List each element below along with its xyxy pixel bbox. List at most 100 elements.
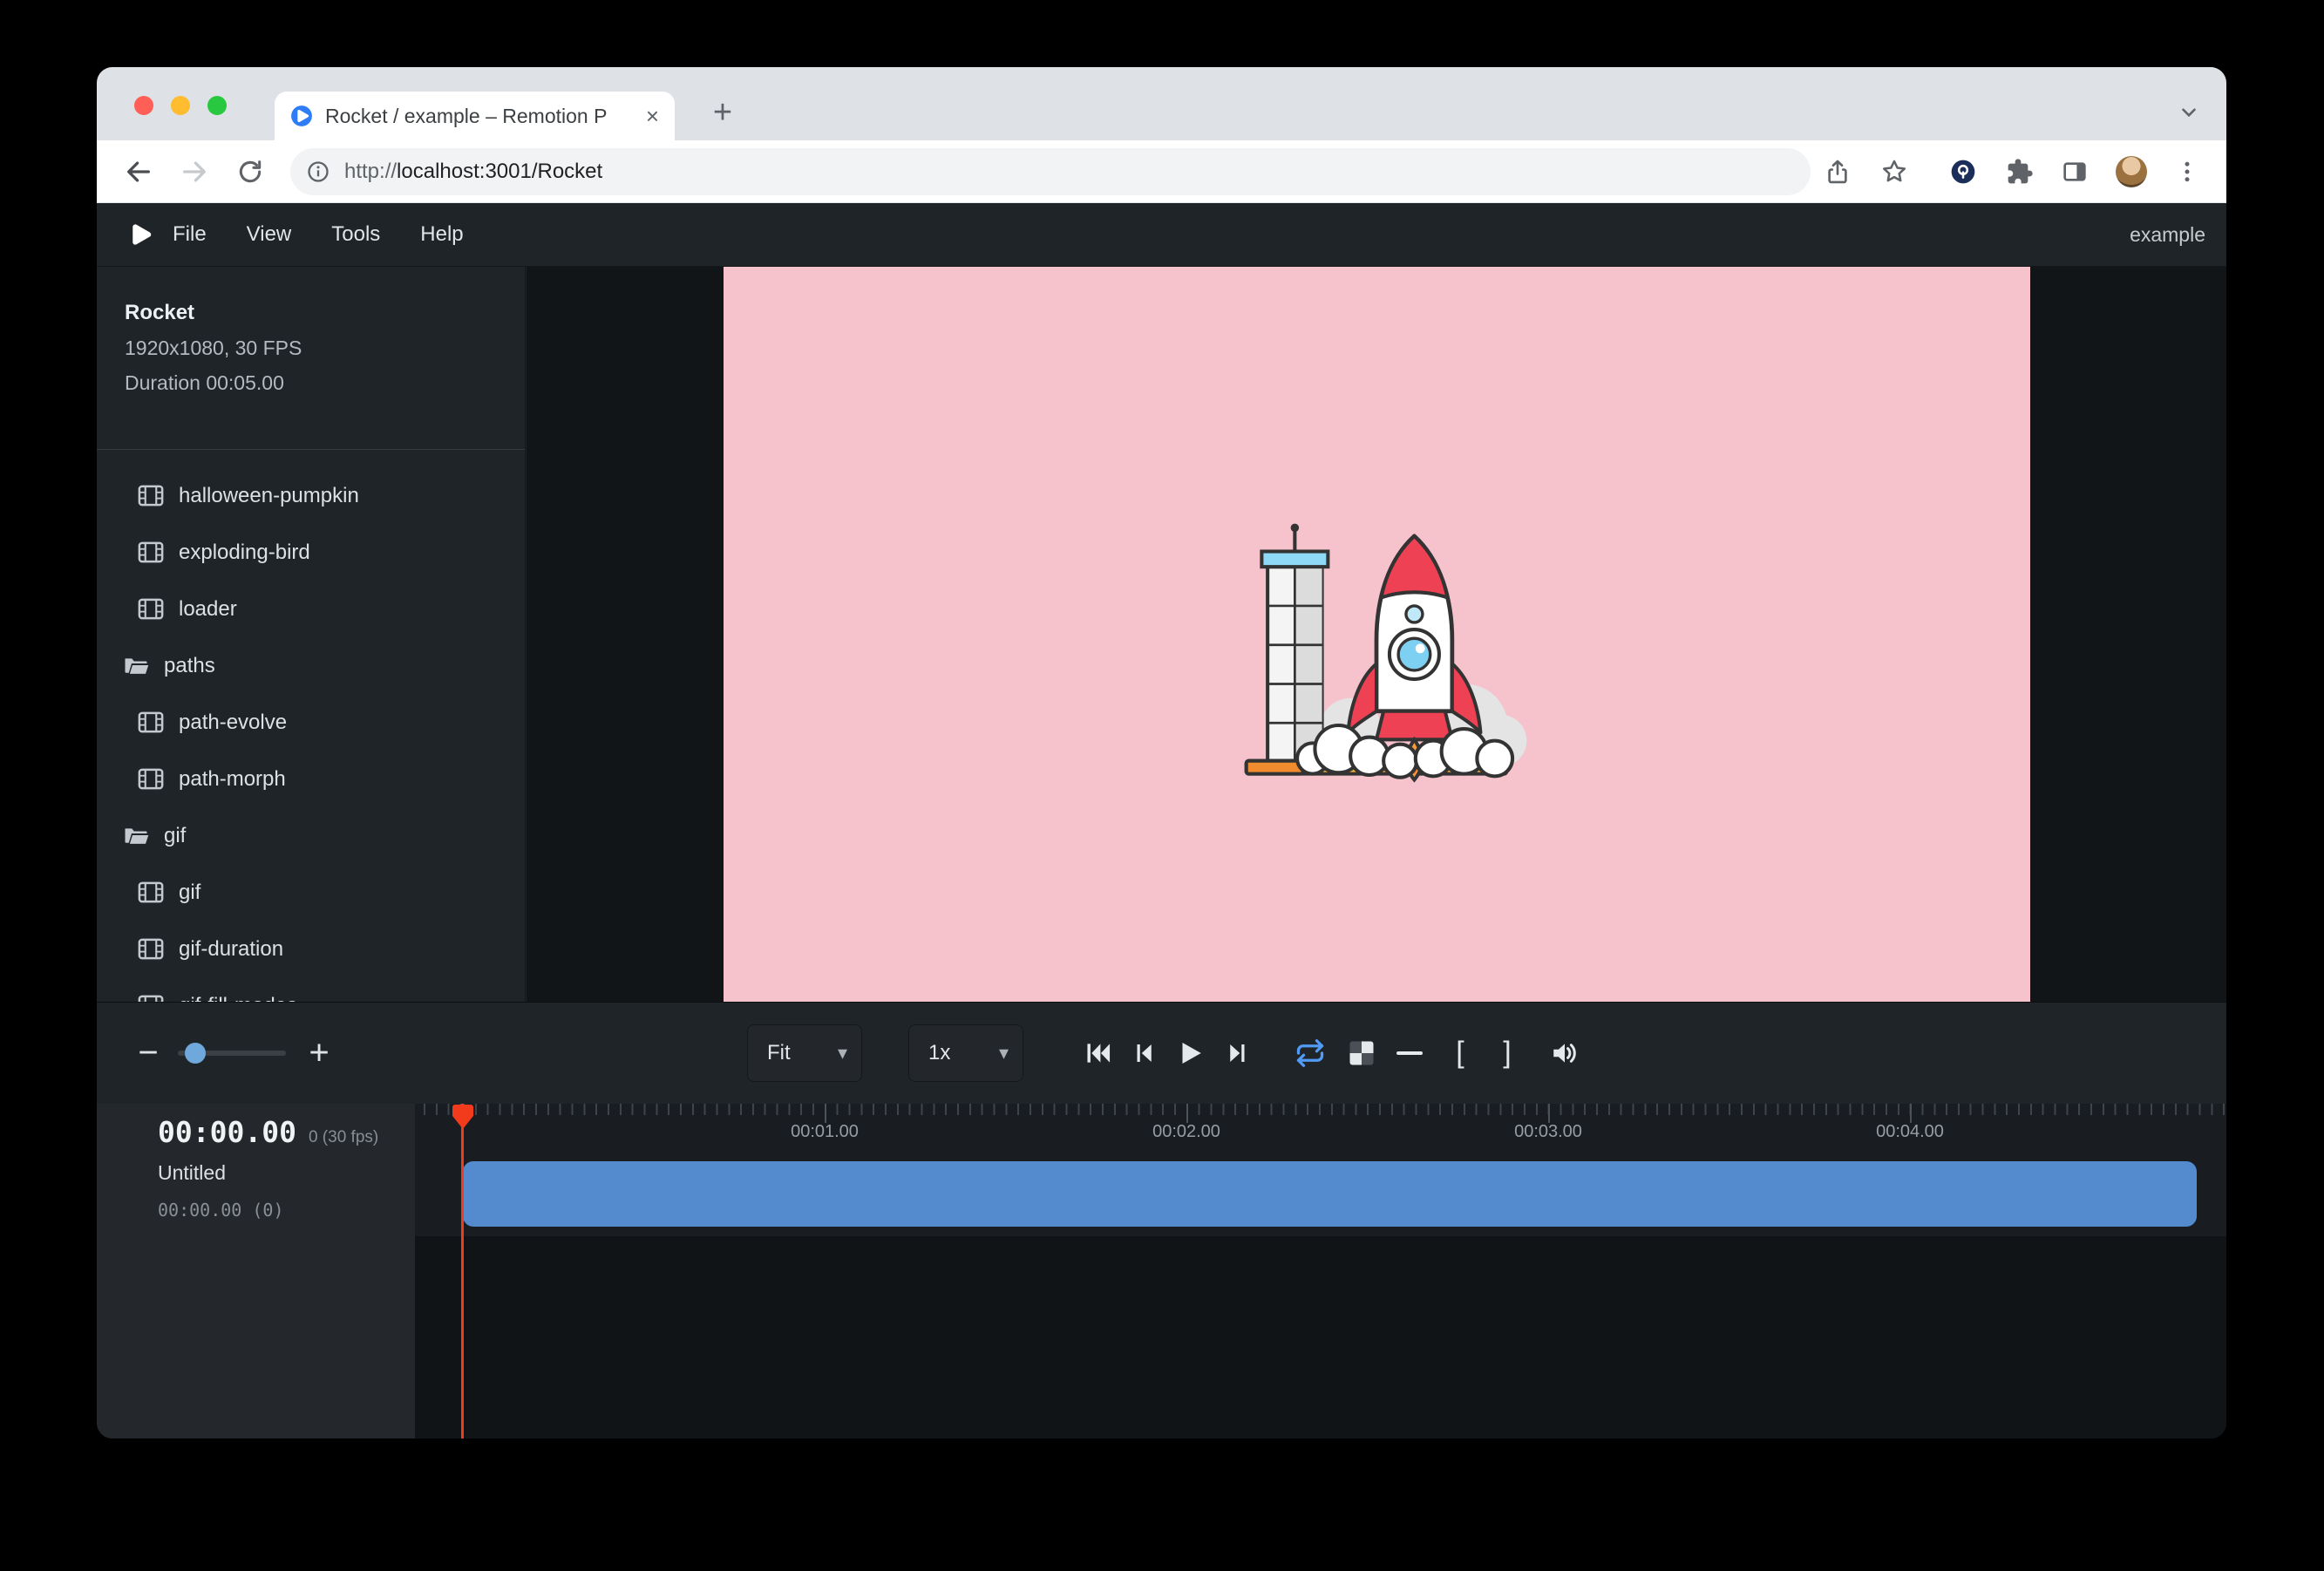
sidebar-item-exploding-bird[interactable]: exploding-bird (97, 524, 525, 581)
close-tab-icon[interactable]: × (646, 103, 659, 130)
composition-label: exploding-bird (179, 541, 310, 565)
browser-window: Rocket / example – Remotion P × + http:/… (97, 67, 2226, 1438)
out-point-button[interactable]: ] (1503, 1036, 1511, 1070)
track-time-label: 00:00.00 (0) (158, 1200, 284, 1221)
composition-info: Rocket 1920x1080, 30 FPS Duration 00:05.… (97, 267, 525, 450)
timeline-track[interactable] (463, 1161, 2197, 1227)
app-menubar: File View Tools Help example (97, 203, 2226, 267)
composition-label: gif-duration (179, 937, 283, 962)
previous-frame-button[interactable] (1131, 1040, 1157, 1066)
url-text: http://localhost:3001/Rocket (344, 160, 602, 184)
loop-toggle-button[interactable] (1295, 1037, 1326, 1069)
timeline-empty-area (415, 1236, 2226, 1438)
profile-avatar[interactable] (2116, 156, 2147, 187)
zoom-out-button[interactable]: − (138, 1033, 158, 1072)
playback-controls-bar: − + Fit ▾ 1x ▾ (97, 1002, 2226, 1103)
folder-icon (123, 825, 149, 847)
sidebar-item-gif-duration[interactable]: gif-duration (97, 921, 525, 977)
sidebar-item-path-evolve[interactable]: path-evolve (97, 694, 525, 751)
film-icon (138, 938, 164, 960)
timeline-panel: 00:01.00 00:02.00 00:03.00 00:04.00 00:0… (97, 1104, 2226, 1438)
site-info-icon[interactable] (306, 160, 330, 184)
canvas-size-value: Fit (767, 1041, 791, 1065)
zoom-slider[interactable] (178, 1051, 286, 1056)
preview-area (527, 267, 2226, 1002)
play-button[interactable] (1175, 1038, 1205, 1068)
next-frame-button[interactable] (1225, 1040, 1251, 1066)
minimize-window-button[interactable] (171, 96, 190, 115)
film-icon (138, 541, 164, 563)
preview-canvas (724, 267, 2030, 1002)
fullscreen-window-button[interactable] (207, 96, 227, 115)
reload-button[interactable] (236, 158, 264, 186)
browser-menu-kebab-icon[interactable] (2174, 159, 2200, 185)
film-icon (138, 995, 164, 1002)
browser-toolbar: http://localhost:3001/Rocket (97, 140, 2226, 203)
playhead-marker[interactable] (452, 1104, 474, 1134)
playback-speed-value: 1x (928, 1041, 950, 1065)
sidebar-divider (97, 449, 525, 450)
ruler-label: 00:01.00 (791, 1122, 859, 1142)
sidebar-item-loader[interactable]: loader (97, 581, 525, 637)
timeline-left-panel: 00:00.00 0 (30 fps) Untitled 00:00.00 (0… (97, 1104, 415, 1438)
forward-button[interactable] (180, 157, 209, 187)
folder-label: paths (164, 654, 215, 678)
new-tab-button[interactable]: + (702, 92, 744, 133)
close-window-button[interactable] (134, 96, 153, 115)
project-name-label: example (2130, 223, 2205, 247)
playhead-line[interactable] (461, 1104, 464, 1438)
jump-to-start-button[interactable] (1084, 1039, 1112, 1067)
remotion-logo-icon[interactable] (128, 222, 153, 247)
volume-button[interactable] (1550, 1038, 1580, 1068)
menu-tools[interactable]: Tools (311, 222, 400, 247)
ruler-major-ticks (415, 1104, 2226, 1123)
browser-tab[interactable]: Rocket / example – Remotion P × (275, 92, 675, 140)
ruler-label: 00:03.00 (1514, 1122, 1582, 1142)
sidebar-item-halloween-pumpkin[interactable]: halloween-pumpkin (97, 467, 525, 524)
composition-label: path-evolve (179, 711, 287, 735)
password-manager-icon[interactable] (1949, 158, 1977, 186)
in-point-button[interactable]: [ (1456, 1036, 1464, 1070)
rocket-illustration (1211, 479, 1542, 789)
composition-label: gif (179, 881, 200, 905)
tab-strip: Rocket / example – Remotion P × + (97, 67, 2226, 140)
remotion-studio: File View Tools Help example Rocket 1920… (97, 203, 2226, 1438)
zoom-slider-thumb[interactable] (185, 1043, 206, 1064)
sidebar-folder-paths[interactable]: paths (97, 637, 525, 694)
tab-search-chevron-icon[interactable] (2170, 93, 2208, 132)
timeline-rows-button[interactable] (1396, 1047, 1423, 1059)
app-content: Rocket 1920x1080, 30 FPS Duration 00:05.… (97, 267, 2226, 1002)
bookmark-star-icon[interactable] (1880, 158, 1908, 186)
film-icon (138, 485, 164, 507)
zoom-in-button[interactable]: + (309, 1033, 329, 1072)
composition-label: halloween-pumpkin (179, 484, 359, 508)
side-panel-icon[interactable] (2061, 158, 2089, 186)
composition-label: loader (179, 597, 237, 622)
folder-label: gif (164, 824, 186, 848)
playback-speed-dropdown[interactable]: 1x ▾ (908, 1024, 1023, 1082)
canvas-size-dropdown[interactable]: Fit ▾ (747, 1024, 862, 1082)
composition-label: path-morph (179, 767, 286, 792)
sidebar-folder-gif[interactable]: gif (97, 807, 525, 864)
transparency-checkerboard-button[interactable] (1350, 1041, 1374, 1064)
current-frame-display: 0 (30 fps) (309, 1128, 378, 1147)
sidebar-item-gif-fill-modes[interactable]: gif-fill-modes (97, 977, 525, 1002)
share-icon[interactable] (1825, 159, 1851, 185)
back-button[interactable] (124, 157, 153, 187)
menu-help[interactable]: Help (400, 222, 483, 247)
sidebar-item-gif[interactable]: gif (97, 864, 525, 921)
sidebar-item-path-morph[interactable]: path-morph (97, 751, 525, 807)
ruler-label: 00:02.00 (1152, 1122, 1220, 1142)
composition-title: Rocket (125, 301, 525, 325)
address-bar[interactable]: http://localhost:3001/Rocket (290, 148, 1811, 195)
composition-label: gif-fill-modes (179, 994, 297, 1003)
composition-list: halloween-pumpkin exploding-bird loader … (97, 467, 525, 1002)
composition-duration: Duration 00:05.00 (125, 371, 525, 395)
film-icon (138, 768, 164, 790)
menu-view[interactable]: View (227, 222, 312, 247)
ruler-label: 00:04.00 (1876, 1122, 1944, 1142)
film-icon (138, 881, 164, 903)
extensions-puzzle-icon[interactable] (2006, 158, 2034, 186)
film-icon (138, 598, 164, 620)
menu-file[interactable]: File (153, 222, 227, 247)
